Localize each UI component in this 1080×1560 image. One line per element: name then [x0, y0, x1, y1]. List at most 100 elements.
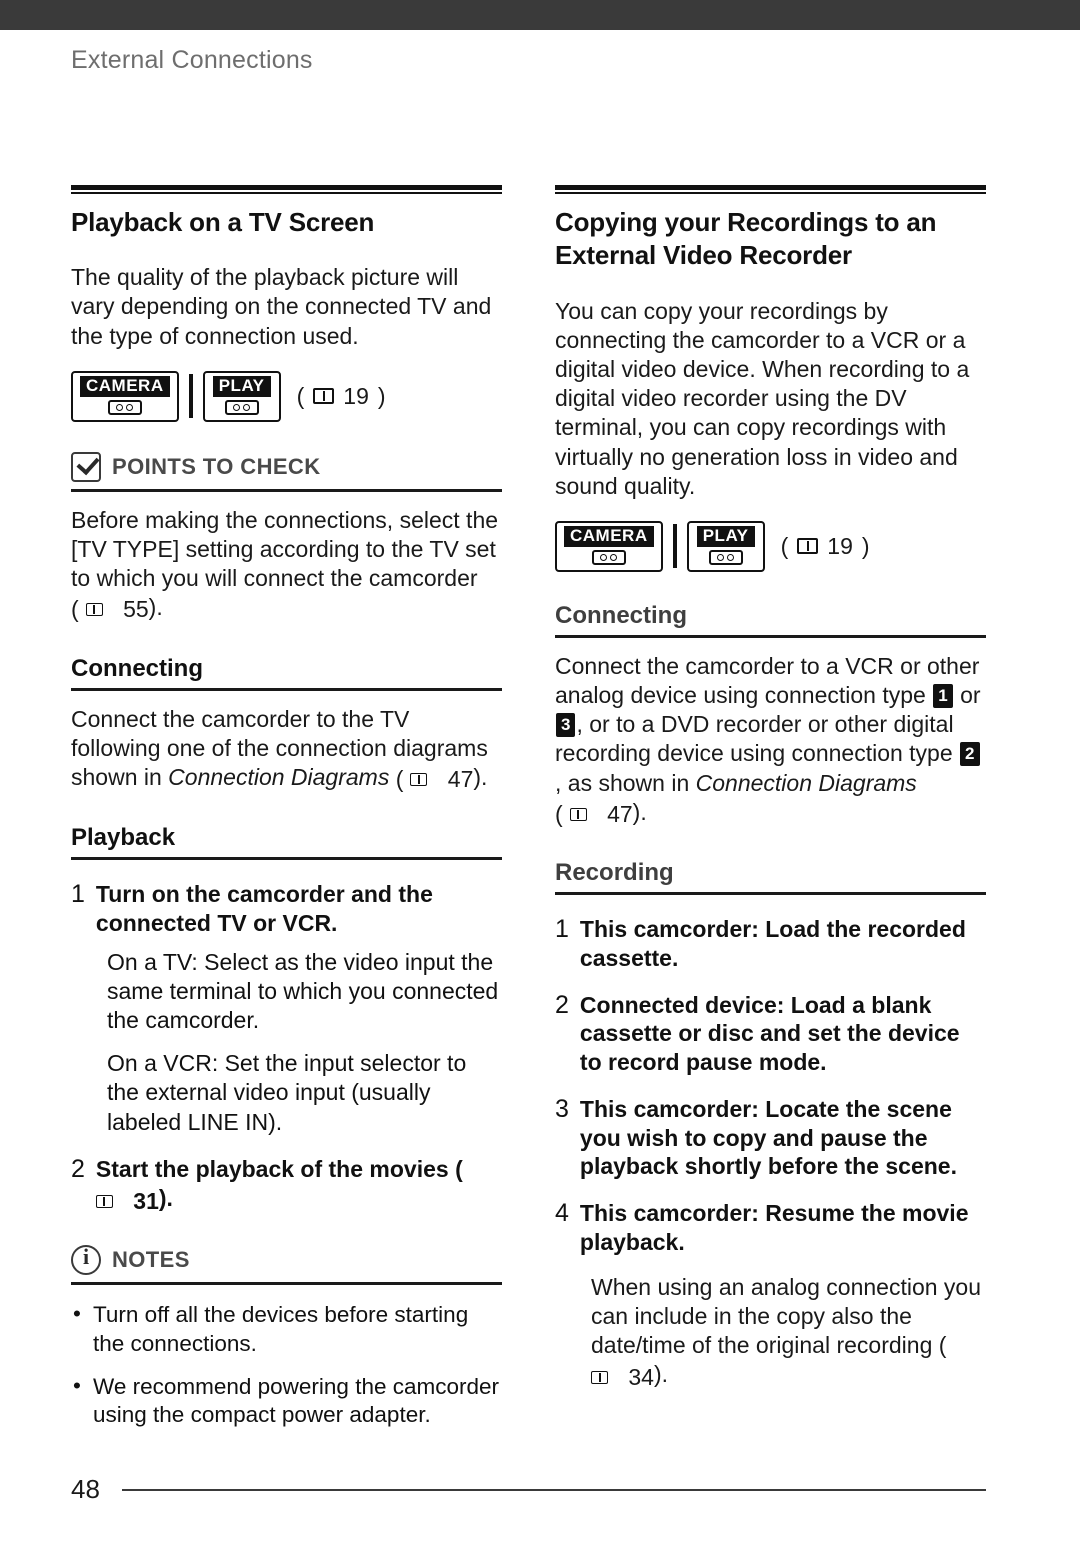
- right-recording-pageref-number: 34: [628, 1364, 654, 1391]
- step-item: 3 This camcorder: Locate the scene you w…: [555, 1095, 986, 1181]
- step-substep-text: On a TV: Select as the video input the s…: [107, 948, 499, 1034]
- play-mode-icon: [708, 549, 743, 565]
- left-playback-steps: 1 Turn on the camcorder and the connecte…: [71, 880, 502, 1215]
- right-connecting-pageref: ( 47: [555, 800, 633, 829]
- camera-mode-icon: [591, 549, 626, 565]
- camera-mode-badge-label: CAMERA: [80, 375, 170, 397]
- right-connecting-pageref-number: 47: [607, 800, 633, 827]
- connection-type-3-badge: 3: [556, 713, 576, 738]
- right-connecting-text: Connect the camcorder to a VCR or other …: [555, 652, 986, 829]
- step-number: 2: [71, 1154, 85, 1183]
- points-to-check-text: Before making the connections, select th…: [71, 506, 502, 625]
- step-item: 4 This camcorder: Resume the movie playb…: [555, 1199, 986, 1257]
- page-top-bar: [0, 0, 1080, 30]
- notes-header: NOTES: [71, 1244, 502, 1286]
- step-title: Connected device: Load a blank cassette …: [579, 991, 960, 1076]
- right-section-title: Copying your Recordings to an External V…: [555, 207, 937, 271]
- step-title-b: ).: [158, 1184, 173, 1211]
- step-body: Turn on the camcorder and the connected …: [96, 880, 502, 938]
- left-playback-heading: Playback: [71, 824, 502, 861]
- left-connecting-pageref-number: 47: [447, 765, 474, 792]
- step-title-a: Start the playback of the movies (: [95, 1155, 463, 1182]
- right-connecting-text-italic: Connection Diagrams: [695, 769, 917, 796]
- right-badge-pageref-number: 19: [827, 532, 853, 559]
- page-number: 48: [71, 1474, 100, 1504]
- left-connecting-text: Connect the camcorder to the TV followin…: [71, 705, 502, 795]
- points-to-check-callout: POINTS TO CHECK Before making the connec…: [71, 451, 502, 625]
- right-recording-pageref: 34: [591, 1363, 654, 1392]
- step-title: This camcorder: Load the recorded casset…: [579, 916, 966, 971]
- checkbox-check-icon: [71, 451, 101, 482]
- step-pageref: 31: [95, 1187, 159, 1216]
- step-substep-text: On a VCR: Set the input selector to the …: [107, 1050, 467, 1135]
- left-connecting-text-b: ).: [473, 763, 488, 790]
- step-number: 4: [555, 1199, 569, 1228]
- left-connecting-pageref: ( 47: [396, 765, 474, 794]
- step-number: 1: [555, 915, 569, 944]
- points-to-check-pageref-number: 55: [123, 596, 149, 623]
- left-column: Playback on a TV Screen The quality of t…: [71, 185, 502, 1430]
- list-item: We recommend powering the camcorder usin…: [71, 1372, 502, 1430]
- step-item: 1 Turn on the camcorder and the connecte…: [71, 880, 502, 938]
- section-rule: [71, 185, 502, 194]
- left-section-title: Playback on a TV Screen: [71, 207, 375, 237]
- left-connecting-text-italic: Connection Diagrams: [168, 763, 390, 790]
- notes-list: Turn off all the devices before starting…: [71, 1300, 502, 1430]
- right-badge-pageref: ( 19 ): [780, 532, 870, 559]
- left-connecting-heading: Connecting: [71, 655, 502, 691]
- left-badge-pageref-number: 19: [343, 382, 369, 409]
- book-reference-icon: [569, 807, 587, 821]
- right-mode-badges: CAMERA PLAY ( 19 ): [555, 520, 986, 572]
- notes-label: NOTES: [112, 1247, 190, 1273]
- step-number: 1: [71, 880, 85, 909]
- right-recording-closing: When using an analog connection you can …: [591, 1273, 986, 1393]
- section-rule: [555, 185, 986, 194]
- left-mode-badges: CAMERA PLAY ( 19 ): [71, 370, 502, 422]
- play-mode-icon: [224, 399, 259, 415]
- right-intro-paragraph: You can copy your recordings by connecti…: [555, 297, 970, 499]
- right-column: Copying your Recordings to an External V…: [555, 185, 986, 1392]
- step-number: 3: [555, 1094, 569, 1123]
- step-number: 2: [555, 990, 569, 1019]
- notes-callout: NOTES Turn off all the devices before st…: [71, 1244, 502, 1430]
- right-recording-closing-b: ).: [653, 1361, 669, 1388]
- right-connecting-heading: Connecting: [555, 602, 986, 638]
- play-mode-badge-label: PLAY: [212, 375, 271, 397]
- book-reference-icon: [797, 538, 819, 555]
- right-recording-steps: 1 This camcorder: Load the recorded cass…: [555, 915, 986, 1257]
- book-reference-icon: [410, 773, 428, 787]
- right-recording-heading: Recording: [555, 859, 986, 896]
- right-connecting-text-or: or: [953, 682, 981, 708]
- info-circle-icon: [71, 1244, 101, 1276]
- points-to-check-header: POINTS TO CHECK: [71, 451, 502, 492]
- points-to-check-text-b: ).: [148, 594, 163, 621]
- step-substeps: On a TV: Select as the video input the s…: [71, 948, 502, 1137]
- camera-mode-icon: [107, 399, 142, 415]
- camera-mode-badge: CAMERA: [71, 370, 179, 422]
- camera-mode-badge: CAMERA: [555, 520, 663, 572]
- step-item: 2 Connected device: Load a blank cassett…: [555, 991, 986, 1077]
- step-title: This camcorder: Resume the movie playbac…: [579, 1200, 969, 1255]
- points-to-check-text-a: Before making the connections, select th…: [71, 506, 499, 592]
- step-item: 2 Start the playback of the movies ( 31)…: [71, 1155, 502, 1216]
- points-to-check-pageref: ( 55: [71, 595, 149, 624]
- step-title: Turn on the camcorder and the connected …: [95, 881, 433, 936]
- right-recording-closing-a: When using an analog connection you can …: [591, 1273, 982, 1358]
- right-connecting-text-d: ).: [632, 798, 647, 825]
- right-connecting-text-c: , as shown in: [555, 769, 696, 796]
- left-intro-paragraph: The quality of the playback picture will…: [71, 264, 492, 349]
- play-mode-badge-label: PLAY: [696, 525, 755, 547]
- footer-rule: [121, 1488, 986, 1491]
- play-mode-badge: PLAY: [202, 370, 281, 422]
- step-body: Start the playback of the movies ( 31).: [95, 1155, 502, 1216]
- book-reference-icon: [591, 1371, 608, 1385]
- play-mode-badge: PLAY: [686, 520, 765, 572]
- badge-separator: [188, 374, 193, 419]
- camera-mode-badge-label: CAMERA: [564, 525, 654, 547]
- connection-type-2-badge: 2: [960, 742, 980, 767]
- right-connecting-text-a: Connect the camcorder to a VCR or other …: [555, 652, 980, 708]
- list-item: Turn off all the devices before starting…: [71, 1300, 502, 1358]
- page-footer: 48: [71, 1474, 986, 1505]
- left-badge-pageref: ( 19 ): [296, 382, 386, 409]
- right-connecting-text-b: , or to a DVD recorder or other digital …: [555, 711, 960, 767]
